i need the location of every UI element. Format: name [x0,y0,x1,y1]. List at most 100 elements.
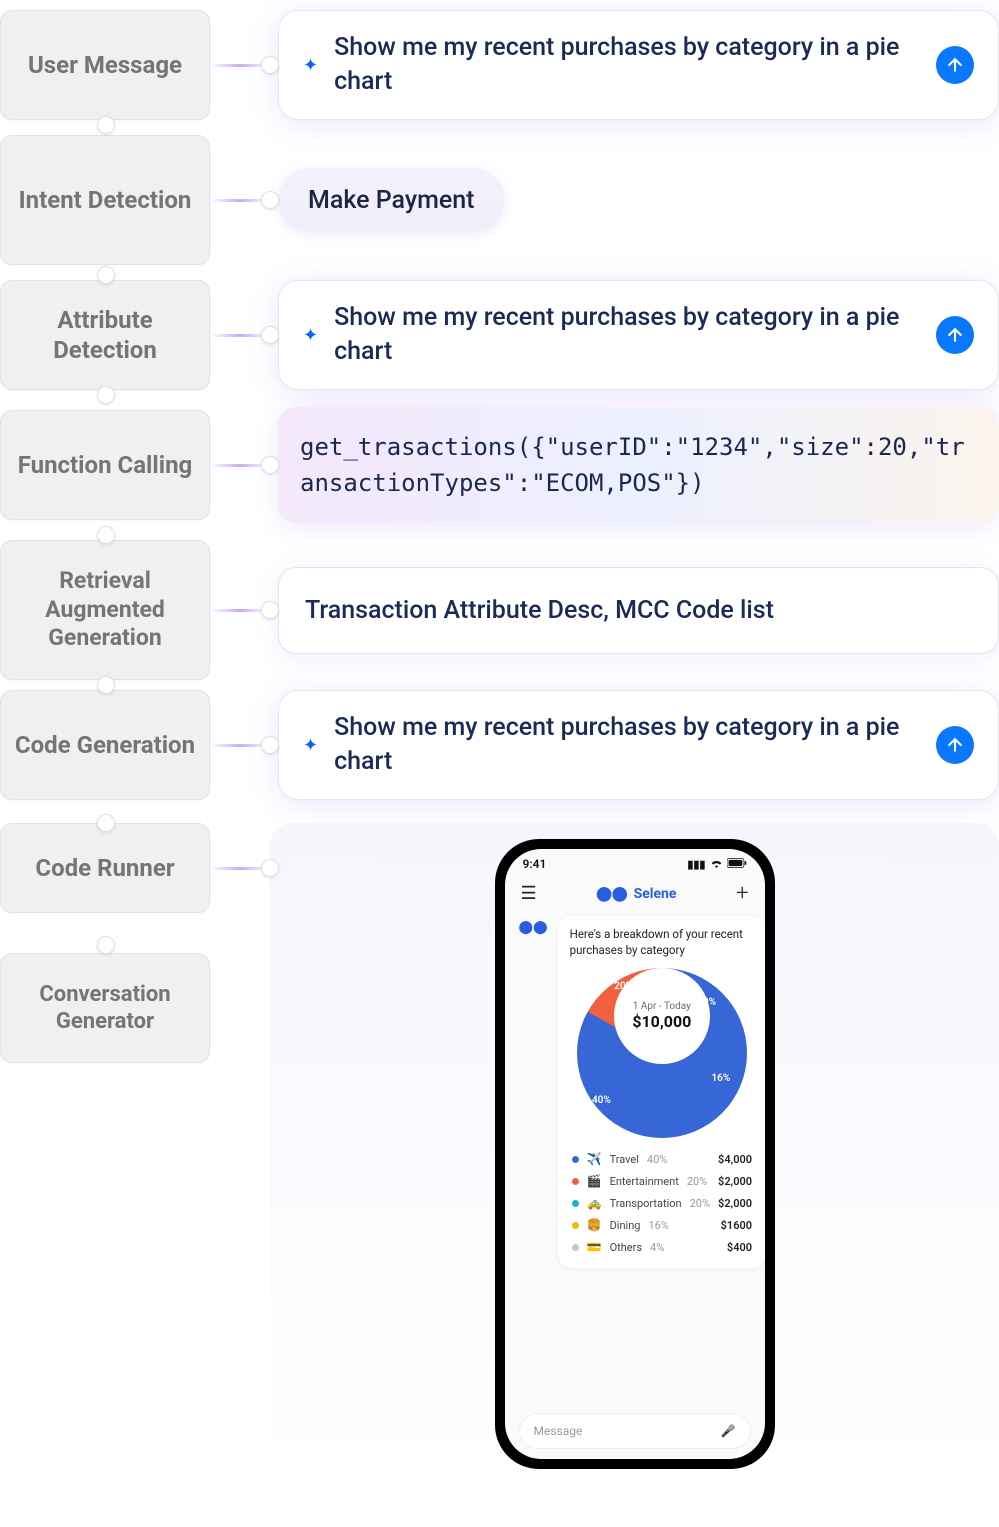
stage-label: Code Runner [35,853,174,883]
legend-name: Transportation [610,1197,682,1210]
wifi-icon [710,858,723,871]
legend-color-dot [572,1244,579,1251]
connector-dot [261,736,279,754]
legend-row: ✈️ Travel 40% $4,000 [570,1148,754,1170]
legend-row: 💳 Others 4% $400 [570,1236,754,1258]
legend-amount: $1600 [721,1219,752,1232]
stage-label: Retrieval Augmented Generation [13,567,197,653]
legend-color-dot [572,1200,579,1207]
legend-amount: $400 [727,1241,752,1254]
connector-dot [261,191,279,209]
row-function-calling: Function Calling get_trasactions({"userI… [0,395,999,535]
donut-total: $10,000 [632,1012,691,1031]
connector-vertical [96,375,116,415]
legend-pct: 20% [690,1197,710,1210]
intent-pill: Make Payment [278,168,505,233]
legend-pct: 20% [687,1175,707,1188]
legend-color-dot [572,1222,579,1229]
app-name: Selene [634,886,677,902]
slice-label: 40% [592,1095,611,1106]
phone-message-input[interactable]: Message 🎤 [519,1413,751,1449]
donut-chart: 1 Apr - Today $10,000 40%20%20%16% [570,968,754,1138]
connector-horizontal [210,199,270,202]
legend-row: 🎬 Entertainment 20% $2,000 [570,1170,754,1192]
sparkle-icon: ✦ [303,325,318,346]
chat-input-card: ✦ Show me my recent purchases by categor… [278,280,999,390]
connector-horizontal [210,867,270,870]
pipeline-diagram: User Message ✦ Show me my recent purchas… [0,0,999,1474]
phone-frame: 9:41 ▮▮▮ [495,839,775,1469]
stage-code-generation: Code Generation [0,690,210,800]
intent-pill-text: Make Payment [308,186,475,215]
legend-row: 🍔 Dining 16% $1600 [570,1214,754,1236]
connector-dot [97,526,115,544]
sparkle-icon: ✦ [303,55,318,76]
assistant-avatar-icon: ⬤⬤ [519,916,548,935]
legend-name: Entertainment [610,1175,679,1188]
app-title: ⬤⬤ Selene [596,886,676,902]
slice-label: 16% [711,1073,730,1084]
attribute-message-text: Show me my recent purchases by category … [334,301,920,369]
stage-label: Intent Detection [19,185,192,215]
connector-dot [261,859,279,877]
battery-icon [727,858,747,871]
menu-icon[interactable]: ☰ [521,883,537,904]
send-button[interactable] [936,726,974,764]
phone-status-bar: 9:41 ▮▮▮ [505,849,765,873]
add-icon[interactable]: + [736,881,748,906]
connector-horizontal [210,64,270,67]
stage-label: Function Calling [18,450,193,480]
rag-text: Transaction Attribute Desc, MCC Code lis… [305,596,774,625]
legend-emoji-icon: 🍔 [587,1218,602,1232]
legend-row: 🚕 Transportation 20% $2,000 [570,1192,754,1214]
stage-intent-detection: Intent Detection [0,135,210,265]
stage-label: Code Generation [15,730,195,760]
legend-amount: $2,000 [718,1175,752,1188]
chat-input-card: ✦ Show me my recent purchases by categor… [278,690,999,800]
stage-conversation-generator: Conversation Generator [0,953,210,1063]
phone-input-placeholder: Message [534,1424,583,1438]
rag-card: Transaction Attribute Desc, MCC Code lis… [278,567,999,654]
connector-dot [261,601,279,619]
assistant-bubble: Here's a breakdown of your recent purcha… [558,916,765,1268]
app-header: ☰ ⬤⬤ Selene + [505,873,765,916]
legend-amount: $4,000 [718,1153,752,1166]
slice-label: 20% [614,981,633,992]
send-button[interactable] [936,316,974,354]
connector-horizontal [210,464,270,467]
row-intent-detection: Intent Detection Make Payment [0,125,999,275]
connector-vertical [96,255,116,295]
connector-vertical [96,105,116,145]
phone-body: ⬤⬤ Here's a breakdown of your recent pur… [505,916,765,1459]
connector-vertical [96,665,116,705]
legend-emoji-icon: ✈️ [587,1152,602,1166]
connector-dot [261,326,279,344]
stage-function-calling: Function Calling [0,410,210,520]
stage-label: Attribute Detection [13,305,197,365]
legend-emoji-icon: 🚕 [587,1196,602,1210]
slice-label: 20% [697,997,716,1008]
phone-output-area: 9:41 ▮▮▮ [270,823,999,1469]
sparkle-icon: ✦ [303,735,318,756]
connector-horizontal [210,609,270,612]
phone-screen: 9:41 ▮▮▮ [505,849,765,1459]
mic-icon[interactable]: 🎤 [721,1424,736,1438]
send-button[interactable] [936,46,974,84]
legend-name: Others [610,1241,642,1254]
connector-dot [97,676,115,694]
legend-pct: 4% [650,1241,664,1254]
connector-dot [97,116,115,134]
chart-legend: ✈️ Travel 40% $4,000 🎬 Entertainment 20%… [570,1148,754,1258]
connector-vertical [96,515,116,555]
legend-pct: 40% [647,1153,667,1166]
connector-dot [97,936,115,954]
row-attribute-detection: Attribute Detection ✦ Show me my recent … [0,275,999,395]
function-call-code: get_trasactions({"userID":"1234","size":… [278,407,999,523]
legend-emoji-icon: 💳 [587,1240,602,1254]
legend-color-dot [572,1178,579,1185]
stage-label: Conversation Generator [13,981,197,1036]
legend-emoji-icon: 🎬 [587,1174,602,1188]
connector-dot [261,56,279,74]
user-message-text: Show me my recent purchases by category … [334,31,920,99]
stage-user-message: User Message [0,10,210,120]
